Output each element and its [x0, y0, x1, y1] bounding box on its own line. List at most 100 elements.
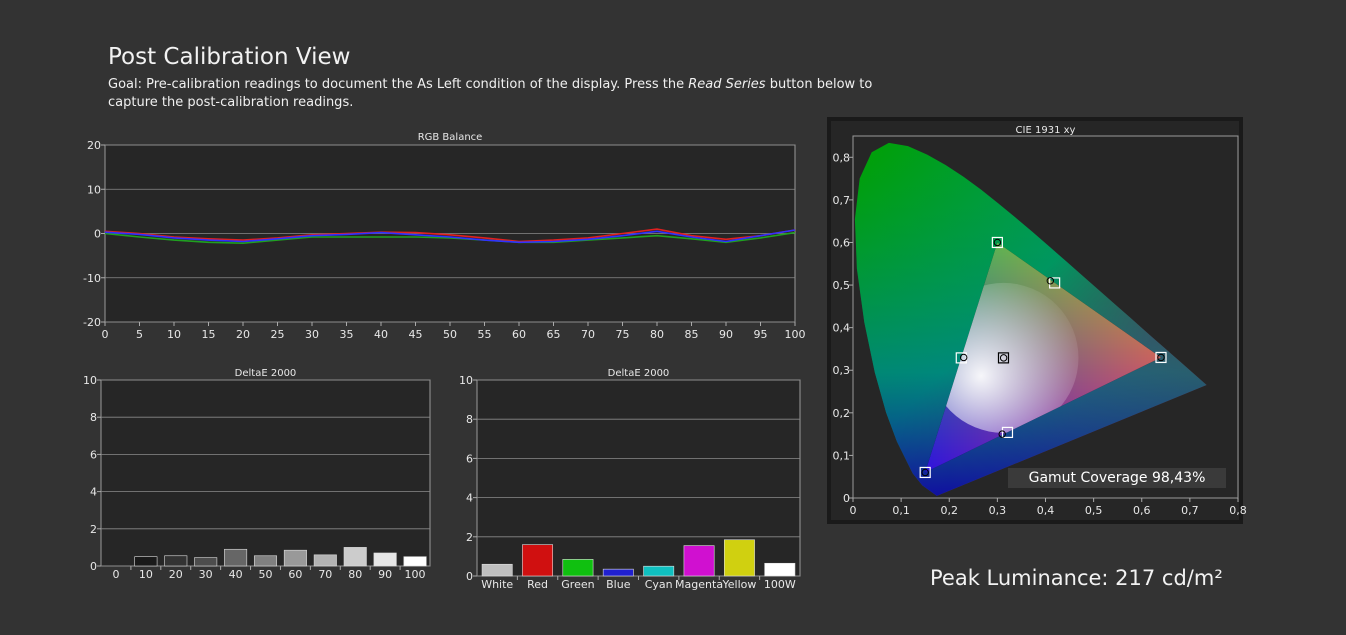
- deltae-gray-xtick-label: 50: [259, 568, 273, 581]
- rgb-chart-title: RGB Balance: [418, 132, 483, 143]
- cie-xtick-label: 0,6: [1133, 504, 1151, 517]
- deltae-gray-bar: [403, 556, 427, 567]
- cie-xtick-label: 0,5: [1085, 504, 1103, 517]
- deltae-gray-xtick-label: 70: [318, 568, 332, 581]
- rgb-xtick-label: 15: [202, 328, 216, 341]
- cie-ytick-label: 0,1: [833, 449, 851, 462]
- deltae-color-ytick-label: 4: [466, 492, 473, 505]
- cie-xtick-label: 0,1: [892, 504, 910, 517]
- deltae-color-xtick-label: Red: [527, 578, 548, 591]
- cie-chart-title: CIE 1931 xy: [1016, 125, 1076, 136]
- rgb-xtick-label: 50: [443, 328, 457, 341]
- deltae-gray-bar: [313, 554, 337, 567]
- deltae-gray-xtick-label: 10: [139, 568, 153, 581]
- deltae-gray-bar: [164, 555, 188, 567]
- deltae-gray-bar: [283, 549, 307, 567]
- rgb-ytick-label: 20: [87, 139, 101, 152]
- rgb-xtick-label: 55: [478, 328, 492, 341]
- deltae-gray-ytick-label: 2: [90, 523, 97, 536]
- peak-luminance: Peak Luminance: 217 cd/m²: [930, 566, 1223, 590]
- deltae-gray-xtick-label: 100: [405, 568, 426, 581]
- rgb-ytick-label: -10: [83, 272, 101, 285]
- cie-ytick-label: 0,4: [833, 322, 851, 335]
- deltae-color-bar: [764, 562, 796, 577]
- cie-ytick-label: 0,5: [833, 279, 851, 292]
- rgb-xtick-label: 40: [374, 328, 388, 341]
- cie-ytick-label: 0,6: [833, 236, 851, 249]
- cie-chart: CIE 1931 xy00,10,20,30,40,50,60,70,80 0,1…: [827, 117, 1247, 524]
- deltae-gray-bar: [134, 556, 158, 567]
- deltae-grayscale-chart: DeltaE 200010864200 10 20 30 40 50 60 70 80 90 100: [83, 368, 431, 581]
- deltae-color-bar: [643, 565, 675, 577]
- cie-ytick-label: 0,3: [833, 364, 851, 377]
- deltae-gray-plot-area: [100, 379, 431, 567]
- deltae-gray-bar: [224, 548, 248, 567]
- rgb-xtick-label: 35: [340, 328, 354, 341]
- deltae-color-xtick-label: Magenta: [675, 578, 723, 591]
- rgb-xtick-label: 65: [547, 328, 561, 341]
- deltae-color-ytick-label: 8: [466, 413, 473, 426]
- charts-canvas: RGB Balance20100-10-200 5 10 15 20 25 30 35 40 45…: [83, 117, 1247, 591]
- cie-xtick-label: 0,4: [1037, 504, 1055, 517]
- deltae-color-xtick-label: 100W: [764, 578, 796, 591]
- deltae-gray-xtick-label: 30: [199, 568, 213, 581]
- deltae-gray-ytick-label: 0: [90, 560, 97, 573]
- rgb-xtick-label: 10: [167, 328, 181, 341]
- rgb-xtick-label: 45: [409, 328, 423, 341]
- deltae-color-ytick-label: 0: [466, 570, 473, 583]
- deltae-gray-ytick-label: 8: [90, 411, 97, 424]
- rgb-xtick-label: 5: [136, 328, 143, 341]
- deltae-color-xtick-label: Yellow: [722, 578, 757, 591]
- deltae-gray-xtick-label: 20: [169, 568, 183, 581]
- deltae-gray-bar: [253, 555, 278, 567]
- rgb-xtick-label: 25: [271, 328, 285, 341]
- deltae-color-ytick-label: 6: [466, 452, 473, 465]
- deltae-gray-xtick-label: 60: [288, 568, 302, 581]
- deltae-gray-bar: [194, 557, 218, 567]
- deltae-gray-title: DeltaE 2000: [235, 368, 297, 379]
- deltae-gray-ytick-label: 4: [90, 486, 97, 499]
- deltae-gray-bar: [343, 547, 367, 567]
- cie-ytick-label: 0,2: [833, 407, 851, 420]
- deltae-color-xtick-label: Cyan: [645, 578, 673, 591]
- deltae-gray-xtick-label: 90: [378, 568, 392, 581]
- deltae-gray-xtick-label: 40: [229, 568, 243, 581]
- rgb-balance-chart: RGB Balance 20 100 -10 -20 0 5 10 15 20 25 30 35 40 45…: [83, 132, 805, 341]
- cie-ytick-label: 0,7: [833, 194, 851, 207]
- rgb-xtick-label: 85: [685, 328, 699, 341]
- rgb-ytick-label: 10: [87, 183, 101, 196]
- rgb-ytick-label: -20: [83, 316, 101, 329]
- rgb-xtick-label: 75: [616, 328, 630, 341]
- rgb-ytick-label: 0: [94, 228, 101, 241]
- rgb-xtick-label: 95: [754, 328, 768, 341]
- deltae-color-title: DeltaE 2000: [608, 368, 670, 379]
- rgb-xtick-label: 100: [785, 328, 806, 341]
- cie-xtick-label: 0,3: [989, 504, 1007, 517]
- deltae-color-bar: [522, 544, 554, 577]
- cie-ytick-label: 0,8: [833, 151, 851, 164]
- deltae-gray-ytick-label: 6: [90, 448, 97, 461]
- rgb-xtick-label: 30: [305, 328, 319, 341]
- deltae-gray-xtick-label: 0: [112, 568, 119, 581]
- cie-xtick-label: 0: [850, 504, 857, 517]
- rgb-xtick-label: 70: [581, 328, 595, 341]
- deltae-color-ytick-label: 2: [466, 531, 473, 544]
- deltae-gray-ytick-label: 10: [83, 374, 97, 387]
- deltae-gray-bar: [373, 552, 397, 567]
- deltae-color-bar: [683, 545, 715, 577]
- gamut-coverage-label: Gamut Coverage 98,43%: [1008, 468, 1226, 488]
- cie-xtick-label: 0,2: [941, 504, 959, 517]
- rgb-xtick-label: 90: [719, 328, 733, 341]
- cie-xtick-label: 0,7: [1181, 504, 1199, 517]
- deltae-color-bar: [602, 568, 634, 577]
- rgb-xtick-label: 60: [512, 328, 526, 341]
- deltae-color-bar: [481, 563, 513, 577]
- deltae-color-xtick-label: White: [481, 578, 513, 591]
- cie-xtick-label: 0,8: [1229, 504, 1247, 517]
- deltae-color-xtick-label: Blue: [606, 578, 631, 591]
- deltae-color-bar: [723, 539, 755, 577]
- deltae-color-xtick-label: Green: [561, 578, 594, 591]
- deltae-color-chart: DeltaE 2000 10 8 6 4 2 0 White Red Green Blue Cyan M…: [459, 368, 801, 591]
- deltae-color-bar: [562, 559, 594, 577]
- rgb-xtick-label: 20: [236, 328, 250, 341]
